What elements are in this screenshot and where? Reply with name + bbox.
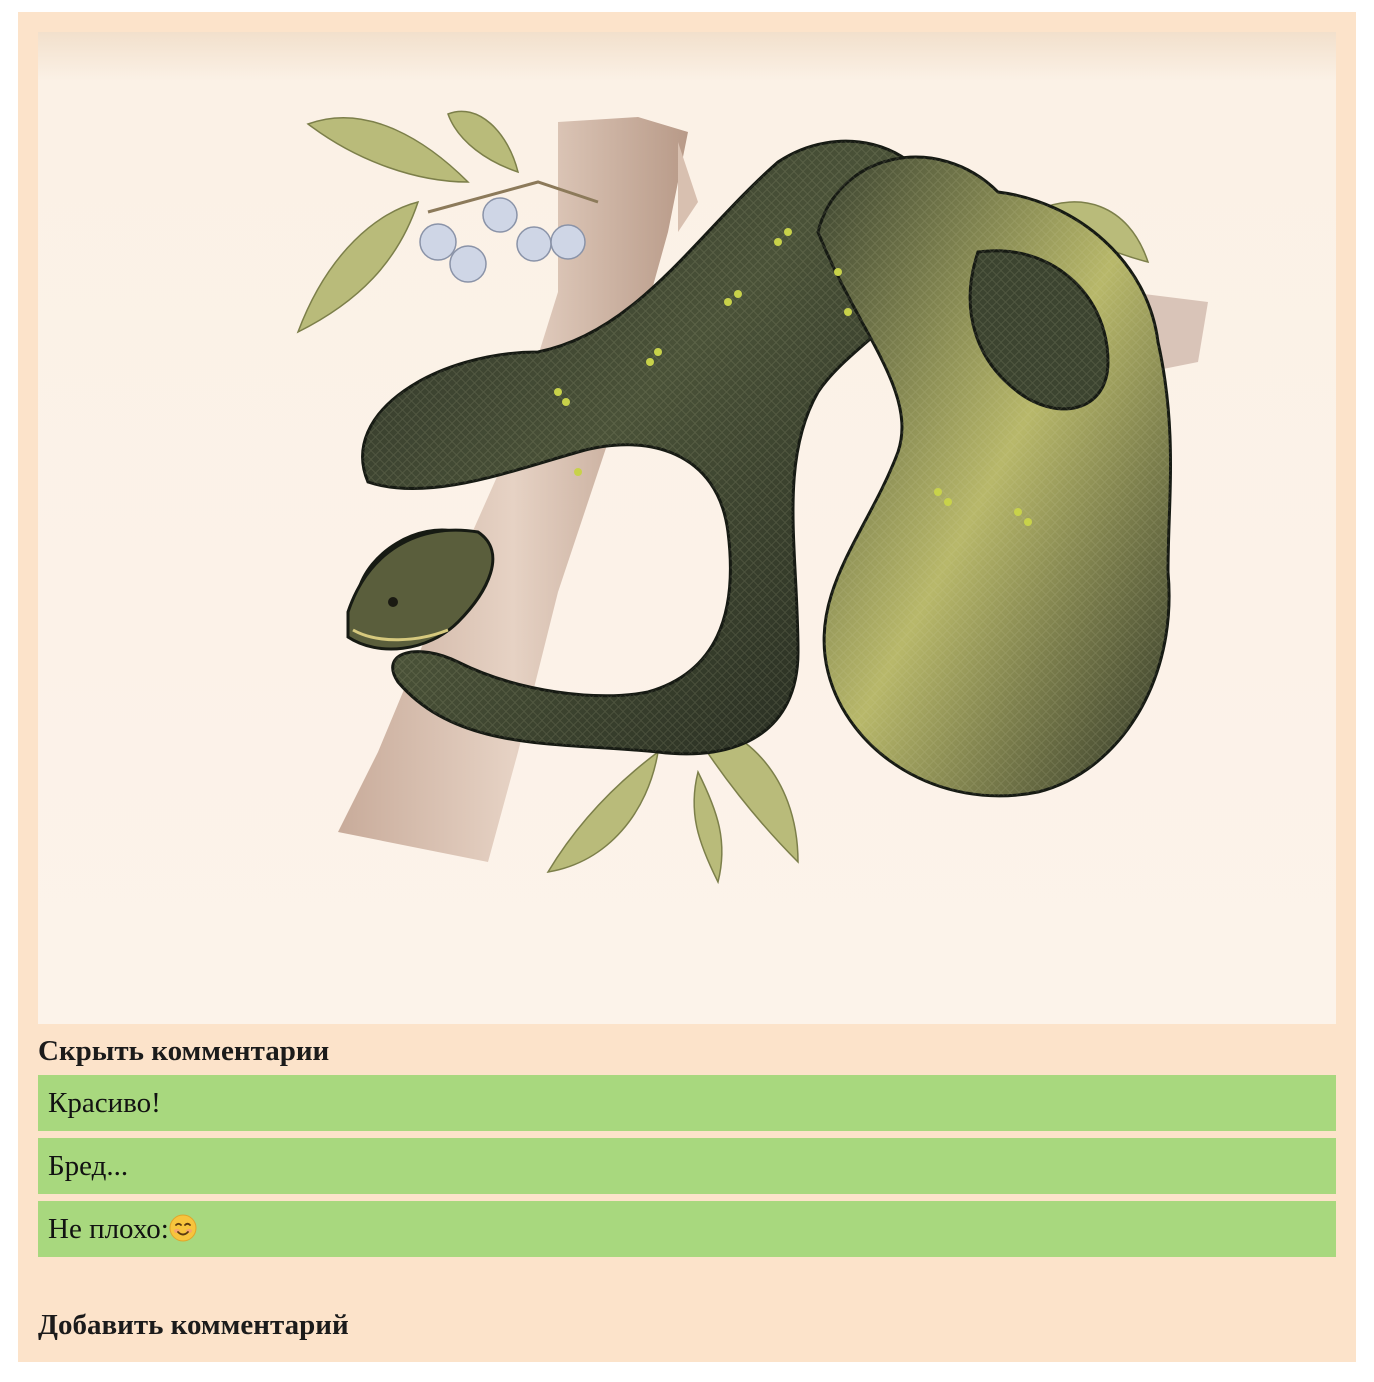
comment-text: Не плохо: (48, 1213, 169, 1245)
comment-list: Красиво! Бред... Не плохо: (38, 1075, 1336, 1264)
snake-illustration (38, 32, 1336, 1024)
hide-comments-button[interactable]: Скрыть комментарии (38, 1032, 329, 1070)
comment-item: Красиво! (38, 1075, 1336, 1131)
post-card: Скрыть комментарии Красиво! Бред... Не п… (18, 12, 1356, 1362)
comment-item: Бред... (38, 1138, 1336, 1194)
comment-text: Красиво! (48, 1087, 161, 1119)
comment-item: Не плохо: (38, 1201, 1336, 1257)
smiling-face-emoji-icon (169, 1214, 197, 1242)
comment-text: Бред... (48, 1150, 129, 1182)
add-comment-button[interactable]: Добавить комментарий (38, 1306, 349, 1344)
